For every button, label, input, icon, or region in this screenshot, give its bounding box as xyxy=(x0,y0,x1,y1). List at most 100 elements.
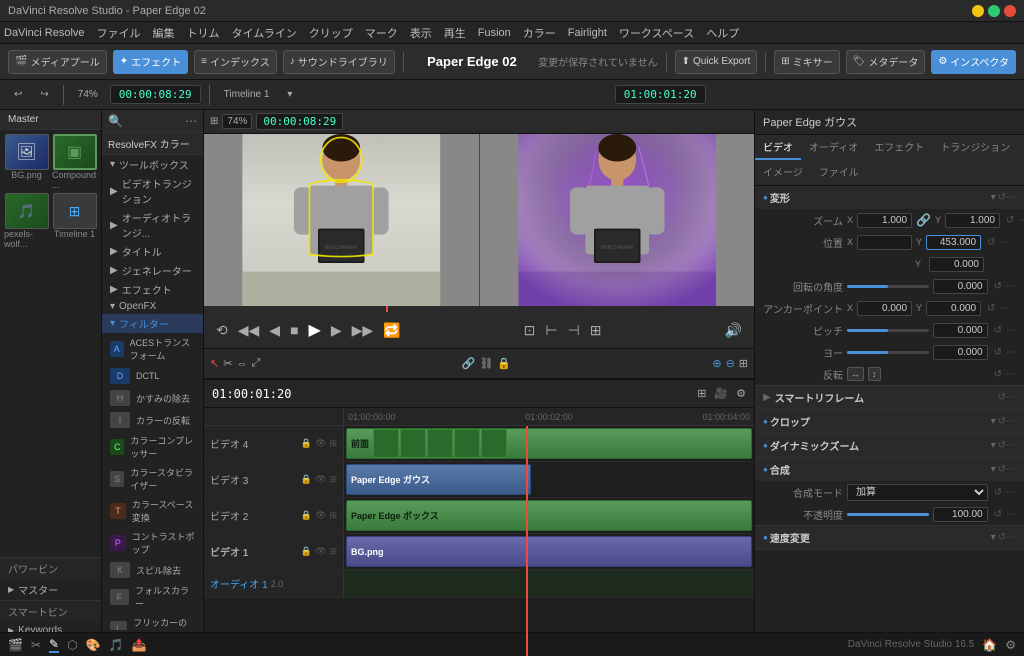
reset-transform-icon[interactable]: ↺ xyxy=(998,192,1006,203)
flip-v-btn[interactable]: ↕ xyxy=(868,367,881,381)
reset-speed-icon[interactable]: ↺ xyxy=(998,532,1006,543)
media-item-bg[interactable]: 🖼 BG.png xyxy=(4,134,49,190)
pos-y2-input[interactable] xyxy=(929,257,984,272)
v4-grid-icon[interactable]: ⊞ xyxy=(329,438,337,449)
prev-out-btn[interactable]: ⊢ xyxy=(541,320,561,341)
v1-grid-icon[interactable]: ⊞ xyxy=(329,546,337,557)
reset-pos-icon[interactable]: ↺ xyxy=(987,237,995,248)
v2-grid-icon[interactable]: ⊞ xyxy=(329,510,337,521)
sound-library-button[interactable]: ♪ サウンドライブラリ xyxy=(283,50,395,74)
undo-button[interactable]: ↩ xyxy=(8,87,28,102)
fx-haze[interactable]: H かすみの除去 xyxy=(102,387,203,409)
menu-color[interactable]: カラー xyxy=(523,25,556,41)
tab-video[interactable]: ビデオ xyxy=(755,135,801,160)
zoom-in-btn[interactable]: ⊕ xyxy=(712,357,721,370)
fullscreen-btn[interactable]: ⊞ xyxy=(586,320,606,341)
media-item-timeline[interactable]: ⊞ Timeline 1 xyxy=(52,193,97,249)
prev-frame-btn[interactable]: ◀◀ xyxy=(234,320,264,341)
index-button[interactable]: ≡ インデックス xyxy=(194,50,277,74)
more-speed-icon[interactable]: ⋯ xyxy=(1006,532,1016,543)
v2-lock-icon[interactable]: 🔒 xyxy=(301,510,312,521)
category-effect[interactable]: ▶ エフェクト xyxy=(102,280,203,299)
yaw-input[interactable] xyxy=(933,345,988,360)
tab-effects[interactable]: エフェクト xyxy=(866,135,932,160)
fx-false[interactable]: F フォルスカラー xyxy=(102,581,203,613)
more-transform-icon[interactable]: ⋯ xyxy=(1006,192,1016,203)
tab-image[interactable]: イメージ xyxy=(755,160,811,185)
pitch-input[interactable] xyxy=(933,323,988,338)
dynamic-zoom-header[interactable]: ● ダイナミックズーム ▾ ↺ ⋯ xyxy=(755,434,1024,457)
category-generator[interactable]: ▶ ジェネレーター xyxy=(102,261,203,280)
pos-y-input[interactable] xyxy=(926,235,981,250)
v4-eye-icon[interactable]: 👁 xyxy=(315,438,326,449)
metadata-button[interactable]: 🏷 メタデータ xyxy=(846,50,926,74)
reset-flip-icon[interactable]: ↺ xyxy=(994,369,1002,380)
next-in-btn[interactable]: ⊣ xyxy=(564,320,584,341)
tab-transition[interactable]: トランジション xyxy=(932,135,1018,160)
more-icon[interactable]: ⋯ xyxy=(185,114,197,128)
tab-audio[interactable]: オーディオ xyxy=(801,135,866,160)
effects-button[interactable]: ✦ エフェクト xyxy=(113,50,188,74)
fit-btn[interactable]: ⊞ xyxy=(739,357,748,370)
menu-mark[interactable]: マーク xyxy=(365,25,398,41)
more-comp-icon[interactable]: ⋯ xyxy=(1006,464,1016,475)
stop-btn[interactable]: ■ xyxy=(286,320,302,340)
quick-export-button[interactable]: ⬆ Quick Export xyxy=(675,50,758,74)
menu-davinci[interactable]: DaVinci Resolve xyxy=(4,27,85,39)
zoom-level[interactable]: 74% xyxy=(72,87,104,102)
scrubbar[interactable] xyxy=(204,306,754,312)
timeline-name[interactable]: Timeline 1 xyxy=(218,87,276,102)
more-sr-icon[interactable]: ⋯ xyxy=(1006,392,1016,403)
menu-edit[interactable]: 編集 xyxy=(153,25,175,41)
tool-blade[interactable]: ✂ xyxy=(223,357,232,370)
yaw-slider[interactable] xyxy=(847,351,929,354)
play-btn[interactable]: ▶ xyxy=(305,318,325,342)
reset-opacity-icon[interactable]: ↺ xyxy=(994,509,1002,520)
audio-btn[interactable]: 🔊 xyxy=(721,320,746,341)
step-fwd-btn[interactable]: ▶ xyxy=(327,320,346,341)
composite-header[interactable]: ● 合成 ▾ ↺ ⋯ xyxy=(755,458,1024,481)
maximize-button[interactable] xyxy=(988,5,1000,17)
zoom-y-input[interactable] xyxy=(945,213,1000,228)
reset-rotation-icon[interactable]: ↺ xyxy=(994,281,1002,292)
reset-compmode-icon[interactable]: ↺ xyxy=(994,487,1002,498)
rotation-input[interactable] xyxy=(933,279,988,294)
pos-x-input[interactable] xyxy=(857,235,912,250)
category-filter[interactable]: ▾ フィルター xyxy=(102,314,203,333)
v1-lock-icon[interactable]: 🔒 xyxy=(301,546,312,557)
loop-icon[interactable]: ⟲ xyxy=(212,320,232,341)
opacity-slider[interactable] xyxy=(847,513,929,516)
smart-reframe-header[interactable]: ▶ スマートリフレーム ↺ ⋯ xyxy=(755,386,1024,409)
v4-lock-icon[interactable]: 🔒 xyxy=(301,438,312,449)
reset-anchor-icon[interactable]: ↺ xyxy=(987,303,995,314)
opacity-input[interactable] xyxy=(933,507,988,522)
link-icon[interactable]: 🔗 xyxy=(462,357,476,370)
mixer-button[interactable]: ⊞ ミキサー xyxy=(774,50,839,74)
step-back-btn[interactable]: ◀ xyxy=(265,320,284,341)
fx-stabilizer[interactable]: S カラースタビライザー xyxy=(102,463,203,495)
reset-dz-icon[interactable]: ↺ xyxy=(998,440,1006,451)
v2-eye-icon[interactable]: 👁 xyxy=(315,510,326,521)
tool-slip[interactable]: ⇔ xyxy=(236,358,247,370)
zoom-x-input[interactable] xyxy=(857,213,912,228)
preview-zoom-btn[interactable]: ⊞ xyxy=(210,116,218,127)
menu-play[interactable]: 再生 xyxy=(444,25,466,41)
anchor-y-input[interactable] xyxy=(926,301,981,316)
media-item-video[interactable]: 🎵 pexels-wolf... xyxy=(4,193,49,249)
fx-compressor[interactable]: C カラーコンプレッサー xyxy=(102,431,203,463)
search-icon[interactable]: 🔍 xyxy=(108,114,123,128)
next-frame-btn[interactable]: ▶▶ xyxy=(348,320,378,341)
tool-select[interactable]: ↖ xyxy=(210,357,219,370)
menu-help[interactable]: ヘルプ xyxy=(706,25,739,41)
lock-icon[interactable]: 🔒 xyxy=(497,357,511,370)
chain-icon[interactable]: ⛓ xyxy=(479,357,493,370)
ws-fairlight-icon[interactable]: 🎵 xyxy=(109,638,124,652)
media-pool-button[interactable]: 🎬 メディアプール xyxy=(8,50,107,74)
reset-yaw-icon[interactable]: ↺ xyxy=(994,347,1002,358)
category-toolbox[interactable]: ▾ ツールボックス xyxy=(102,155,203,174)
output-btn[interactable]: ⊡ xyxy=(520,320,540,341)
transform-header[interactable]: ● 変形 ▾ ↺ ⋯ xyxy=(755,186,1024,209)
media-item-compound[interactable]: ▣ Compound ... xyxy=(52,134,97,190)
sidebar-master[interactable]: ▶ マスター xyxy=(0,579,101,600)
category-openfx[interactable]: ▾ OpenFX xyxy=(102,299,203,314)
